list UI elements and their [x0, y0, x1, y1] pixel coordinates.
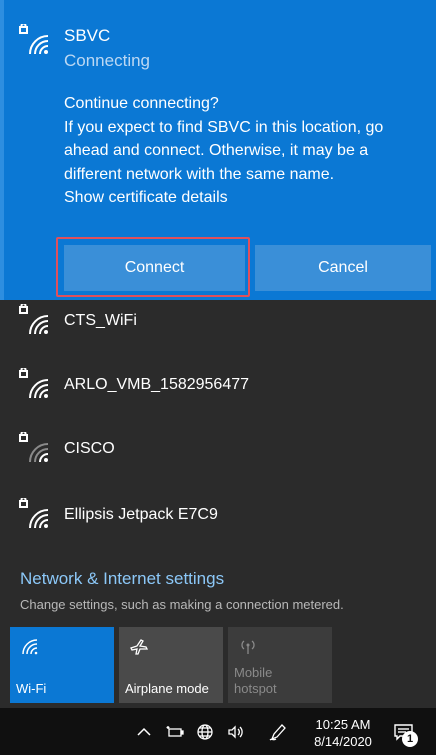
- wifi-toggle-tile[interactable]: Wi-Fi: [10, 627, 114, 703]
- network-name: CTS_WiFi: [64, 312, 137, 329]
- network-name: Ellipsis Jetpack E7C9: [64, 506, 218, 523]
- hotspot-icon: [238, 637, 258, 657]
- network-settings-description: Change settings, such as making a connec…: [20, 597, 344, 612]
- network-item[interactable]: ARLO_VMB_1582956477: [0, 356, 436, 420]
- airplane-mode-tile[interactable]: Airplane mode: [119, 627, 223, 703]
- network-name: CISCO: [64, 440, 115, 457]
- warning-line: different network with the same name.: [64, 165, 335, 183]
- warning-line: If you expect to find SBVC in this locat…: [64, 118, 384, 136]
- tile-label: Wi-Fi: [16, 681, 47, 696]
- chevron-up-icon[interactable]: [134, 722, 154, 742]
- network-flyout: SBVC Connecting Continue connecting? If …: [0, 0, 436, 708]
- network-globe-icon[interactable]: [195, 722, 215, 742]
- tile-label: Mobile hotspot: [234, 665, 277, 696]
- connect-button[interactable]: Connect: [64, 245, 245, 291]
- network-item[interactable]: CISCO: [0, 420, 436, 484]
- warning-line: Continue connecting?: [64, 95, 219, 112]
- selected-network-name: SBVC: [64, 26, 111, 45]
- network-item[interactable]: Ellipsis Jetpack E7C9: [0, 486, 436, 550]
- battery-icon[interactable]: [165, 722, 185, 742]
- mobile-hotspot-tile: Mobile hotspot: [228, 627, 332, 703]
- clock-date: 8/14/2020: [314, 734, 372, 749]
- network-name: ARLO_VMB_1582956477: [64, 376, 250, 393]
- secured-wifi-icon: [18, 304, 52, 338]
- airplane-icon: [129, 637, 149, 657]
- accent-edge: [0, 0, 4, 300]
- connection-warning: Continue connecting? If you expect to fi…: [64, 92, 414, 210]
- secured-wifi-icon: [18, 432, 52, 466]
- clock-time: 10:25 AM: [315, 717, 371, 732]
- show-certificate-link[interactable]: Show certificate details: [64, 186, 414, 210]
- warning-line: ahead and connect. Otherwise, it may be …: [64, 142, 369, 159]
- secured-wifi-icon: [18, 498, 52, 532]
- selected-network-status: Connecting: [64, 51, 151, 70]
- volume-icon[interactable]: [226, 722, 246, 742]
- notification-count-badge: 1: [402, 731, 418, 747]
- network-settings-link[interactable]: Network & Internet settings: [20, 569, 224, 589]
- wifi-icon: [20, 637, 40, 657]
- secured-wifi-icon: [18, 368, 52, 402]
- tile-label: Airplane mode: [125, 681, 209, 696]
- pen-icon[interactable]: [268, 722, 288, 742]
- taskbar: 10:25 AM 8/14/2020 1: [0, 708, 436, 755]
- network-item[interactable]: CTS_WiFi: [0, 292, 436, 356]
- clock[interactable]: 10:25 AM 8/14/2020: [304, 716, 382, 750]
- selected-network: SBVC Connecting Continue connecting? If …: [0, 0, 436, 300]
- secured-wifi-icon: [18, 24, 52, 58]
- cancel-button[interactable]: Cancel: [255, 245, 431, 291]
